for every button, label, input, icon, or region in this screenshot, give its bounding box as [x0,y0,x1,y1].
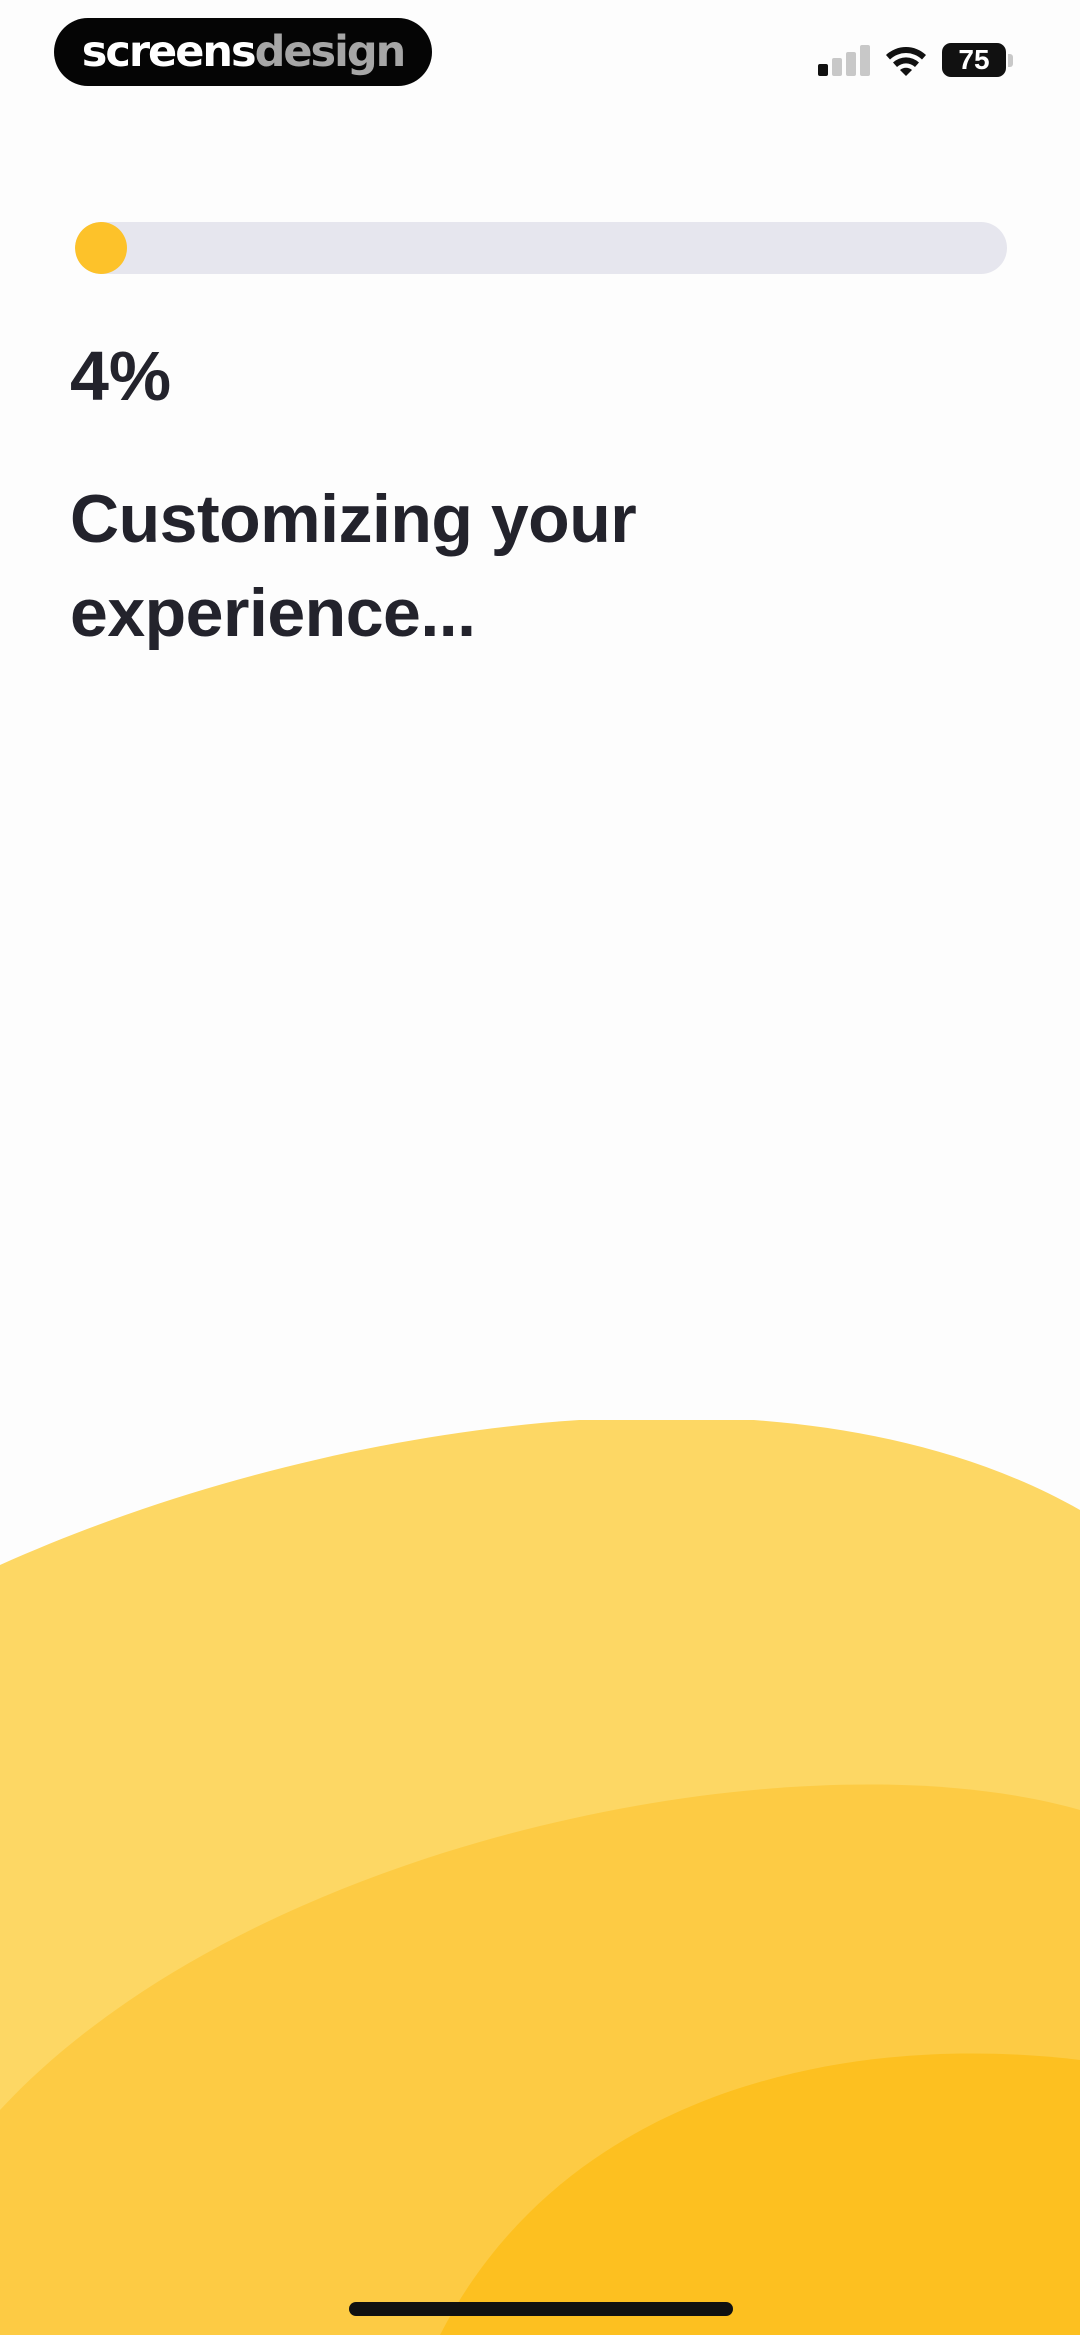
progress-percent-label: 4% [70,337,172,415]
decorative-waves [0,1420,1080,2335]
progress-bar-fill [75,222,127,274]
progress-bar [75,222,1007,274]
logo-text-screens: screens [81,26,257,77]
loading-headline: Customizing your experience... [70,481,637,651]
cellular-signal-icon [818,44,870,76]
screensdesign-logo: screens design [54,18,432,86]
battery-icon: 75 [942,43,1006,77]
battery-cap [1008,54,1013,67]
logo-text-design: design [254,26,407,77]
wifi-icon [886,47,926,76]
home-indicator[interactable] [349,2302,733,2316]
